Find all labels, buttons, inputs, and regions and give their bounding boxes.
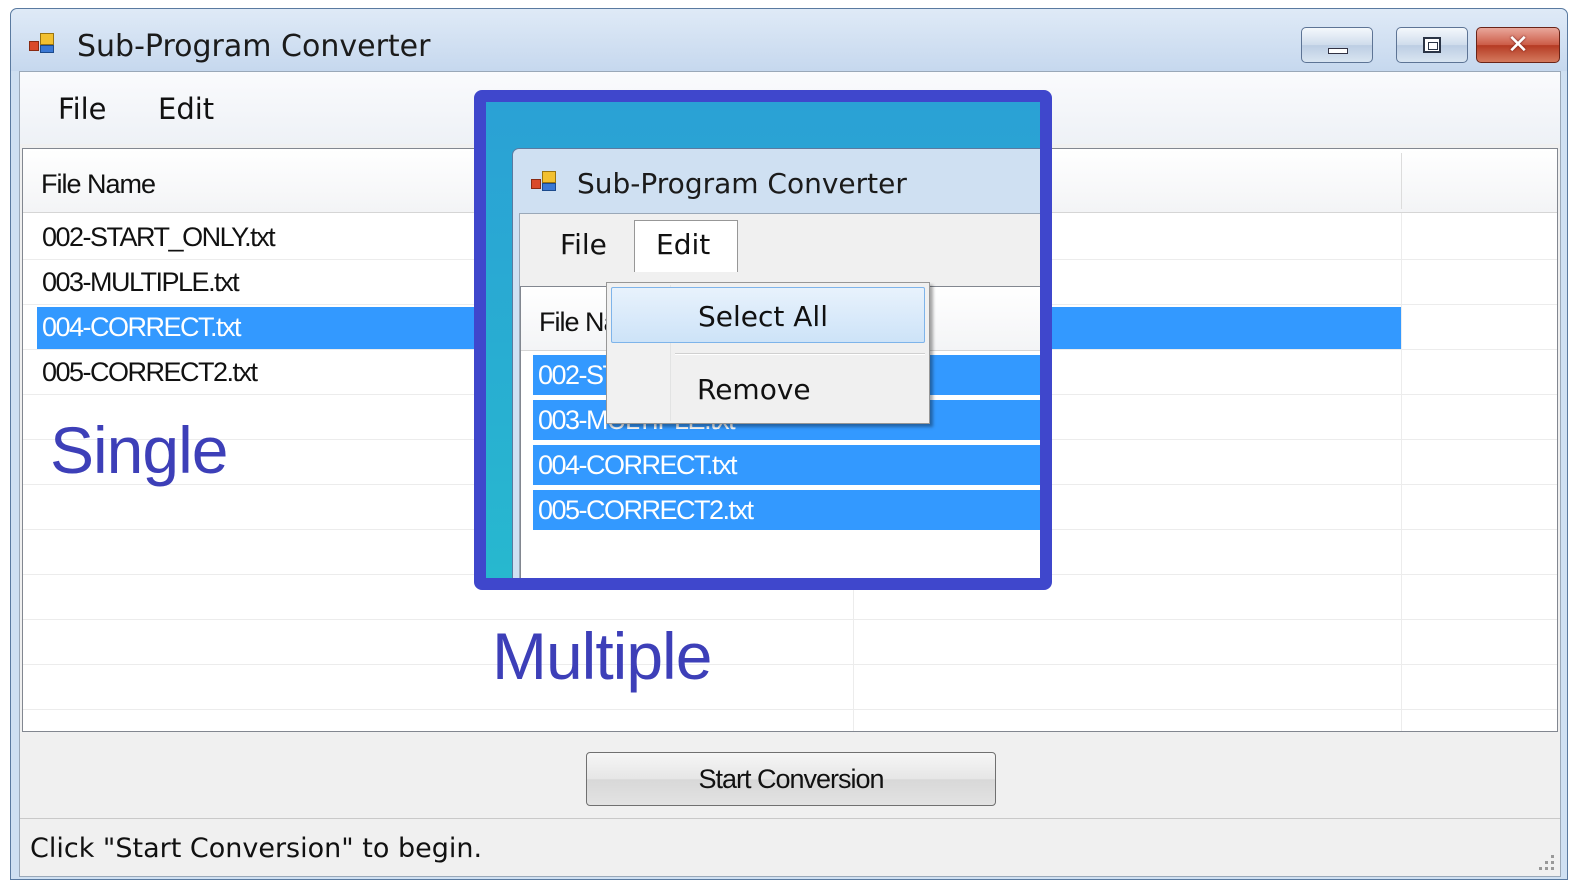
select-all-label: Select All <box>698 300 828 333</box>
inset-list-item-selected[interactable]: 005-CORRECT2.txt <box>533 490 1040 532</box>
file-name: 002-START_ONLY.txt <box>42 222 276 252</box>
close-icon: ✕ <box>1507 30 1529 60</box>
menu-edit[interactable]: Edit <box>158 92 214 126</box>
maximize-button[interactable] <box>1396 27 1468 63</box>
menu-item-remove[interactable]: Remove <box>611 361 925 417</box>
status-text: Click "Start Conversion" to begin. <box>30 833 483 864</box>
inset-menu-file[interactable]: File <box>560 228 607 261</box>
inset-screenshot: Sub-Program Converter File Edit File Nar… <box>474 90 1052 590</box>
title-bar[interactable]: Sub-Program Converter ✕ <box>11 9 1567 71</box>
inset-file-name: 004-CORRECT.txt <box>538 450 738 480</box>
menu-file[interactable]: File <box>58 92 107 126</box>
status-bar: Click "Start Conversion" to begin. <box>20 818 1560 876</box>
file-name: 004-CORRECT.txt <box>42 312 242 342</box>
menu-separator <box>675 353 925 355</box>
inset-window-title: Sub-Program Converter <box>577 167 907 200</box>
resize-grip-icon[interactable] <box>1536 852 1556 872</box>
file-name: 003-MULTIPLE.txt <box>42 267 240 297</box>
app-icon <box>29 31 57 57</box>
inset-app-icon <box>531 169 559 195</box>
inset-file-name: 005-CORRECT2.txt <box>538 495 754 525</box>
maximize-icon <box>1423 37 1441 53</box>
start-conversion-button[interactable]: Start Conversion <box>586 752 996 806</box>
close-button[interactable]: ✕ <box>1476 27 1560 63</box>
remove-label: Remove <box>697 373 811 406</box>
inset-menu-edit[interactable]: Edit <box>656 228 710 261</box>
minimize-button[interactable] <box>1301 27 1373 63</box>
annotation-single: Single <box>50 413 228 487</box>
file-name: 005-CORRECT2.txt <box>42 357 258 387</box>
annotation-multiple: Multiple <box>492 619 712 693</box>
window-title: Sub-Program Converter <box>77 29 431 64</box>
edit-context-menu: Select All Remove <box>606 282 930 424</box>
minimize-icon <box>1328 48 1348 54</box>
inset-list-item-selected[interactable]: 004-CORRECT.txt <box>533 445 1040 487</box>
column-header-file-name[interactable]: File Name <box>41 169 156 200</box>
menu-item-select-all[interactable]: Select All <box>611 287 925 343</box>
